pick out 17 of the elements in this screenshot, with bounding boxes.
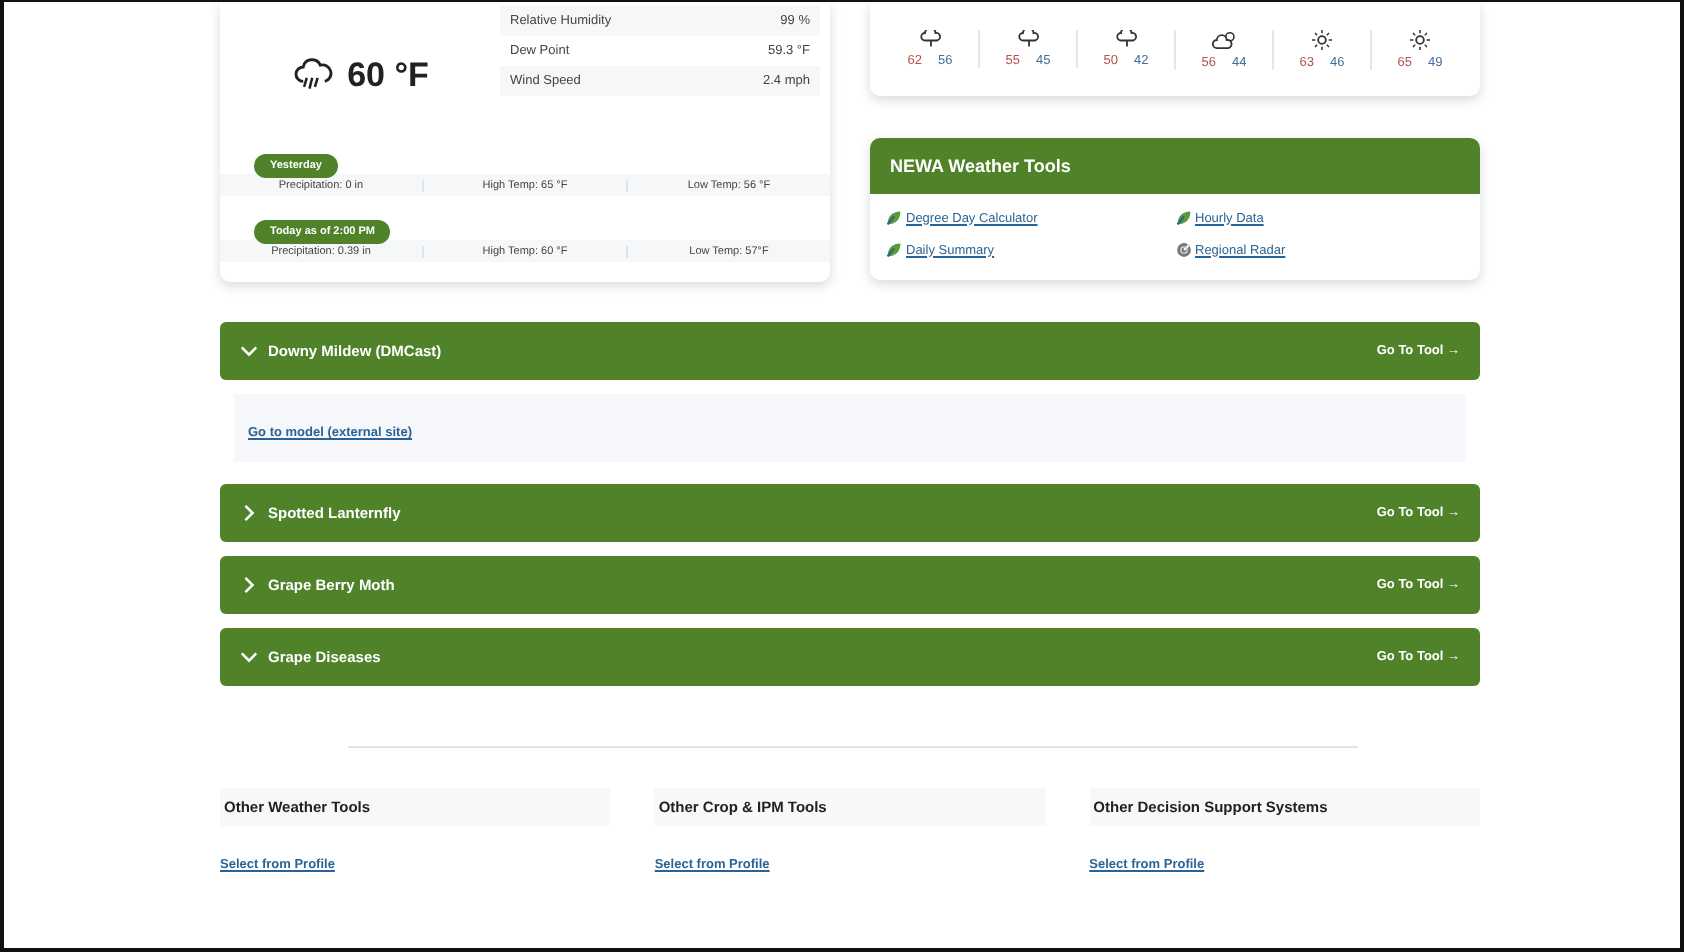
rain-cloud-icon — [919, 30, 941, 48]
chevron-icon — [240, 342, 258, 360]
rain-cloud-icon — [1115, 30, 1137, 48]
chevron-icon — [240, 648, 258, 666]
chevron-icon — [240, 504, 258, 522]
card-title: NEWA Weather Tools — [890, 156, 1071, 176]
rain-cloud-icon — [1017, 30, 1039, 48]
chevron-icon — [240, 576, 258, 594]
leaf-icon — [886, 210, 902, 226]
leaf-icon — [1175, 210, 1191, 226]
rain-cloud-icon — [291, 58, 336, 94]
leaf-icon — [886, 242, 902, 258]
cloud-sun-icon — [1211, 29, 1237, 49]
radar-icon — [1175, 242, 1191, 258]
sun-icon — [1312, 29, 1332, 49]
current-temperature: 60 °F — [347, 56, 429, 96]
sun-icon — [1410, 29, 1430, 49]
